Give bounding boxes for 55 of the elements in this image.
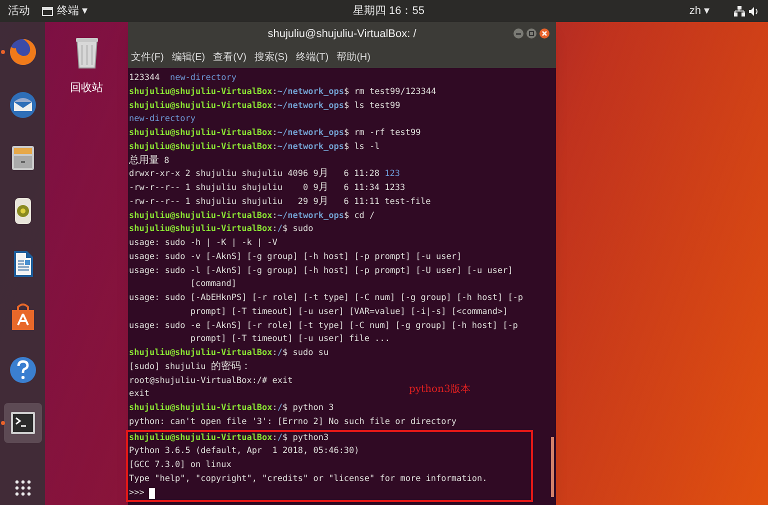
menu-item[interactable]: 帮助(H) xyxy=(336,50,370,64)
output-line: prompt] [-T timeout] [-u user] file ... xyxy=(189,333,391,346)
output-line: usage: sudo -l [-AknS] [-g group] [-h host] [-p prompt] [-U user] [-u user] xyxy=(129,264,514,278)
prompt-line: shujuliu@shujuliu-VirtualBox:/$ sudo xyxy=(129,223,314,236)
dock-item[interactable] xyxy=(4,403,42,443)
terminal-icon xyxy=(42,6,53,16)
network-icon[interactable] xyxy=(734,6,745,16)
menu-item[interactable]: 文件(F) xyxy=(131,50,164,64)
output-line: usage: sudo -v [-AknS] [-g group] [-h host] [-p prompt] [-u user] xyxy=(129,250,463,264)
output-line: new-directory xyxy=(129,113,197,126)
output-line: 总用量 8 xyxy=(129,154,170,168)
output-line: -rw-r--r-- 1 shujuliu shujuliu 0 9月 6 11:34 1233 xyxy=(129,182,406,195)
close-button[interactable] xyxy=(539,28,550,39)
output-line: usage: sudo [-AbEHknPS] [-r role] [-t type] [-C num] [-g group] [-h host] [-p xyxy=(129,292,524,305)
output-line: drwxr-xr-x 2 shujuliu shujuliu 4096 9月 6 11:28 123 xyxy=(129,168,402,182)
output-line: python: can't open file '3': [Errno 2] No such file or directory xyxy=(129,416,458,429)
menu-item[interactable]: 查看(V) xyxy=(213,50,246,64)
output-line: usage: sudo -e [-AknS] [-r role] [-t type] [-C num] [-g group] [-h host] [-p xyxy=(129,320,519,332)
output-line: [GCC 7.3.0] on linux xyxy=(129,459,232,472)
prompt-line: shujuliu@shujuliu-VirtualBox:/$ sudo su xyxy=(129,347,330,360)
clock[interactable]: 星期四 16：55 xyxy=(352,2,424,20)
prompt-line: shujuliu@shujuliu-VirtualBox:~/network_ops$ rm -rf test99 xyxy=(129,127,422,140)
trash-icon[interactable] xyxy=(74,36,98,70)
prompt-line: shujuliu@shujuliu-VirtualBox:~/network_ops$ cd / xyxy=(129,210,376,222)
scrollbar-thumb[interactable] xyxy=(551,437,554,497)
prompt-line: shujuliu@shujuliu-VirtualBox:/$ python3 xyxy=(129,432,330,444)
cursor xyxy=(149,488,156,499)
prompt-line: shujuliu@shujuliu-VirtualBox:~/network_ops$ rm test99/123344 xyxy=(129,86,438,99)
app-menu[interactable]: 终端 ▾ xyxy=(57,2,88,20)
minimize-button[interactable] xyxy=(513,28,524,39)
menu-item[interactable]: 编辑(E) xyxy=(172,50,206,64)
window-title: shujuliu@shujuliu-VirtualBox: / xyxy=(268,26,416,42)
output-line: [command] xyxy=(189,278,238,292)
mail-icon xyxy=(8,90,38,120)
menu-item[interactable]: 搜索(S) xyxy=(254,50,288,64)
output-line: 123344 new-directory xyxy=(129,72,238,85)
output-line: -rw-r--r-- 1 shujuliu shujuliu 29 9月 6 11:11 test-file xyxy=(129,196,432,209)
output-line: [sudo] shujuliu 的密码： xyxy=(129,360,252,374)
input-prompt: >>> xyxy=(129,486,531,500)
output-line: prompt] [-T timeout] [-u user] [VAR=value] [-i|-s] [<command>] xyxy=(189,306,509,319)
activities-button[interactable]: 活动 xyxy=(8,2,30,20)
output-line: Type "help", "copyright", "credits" or "license" for more information. xyxy=(129,472,488,486)
prompt-line: shujuliu@shujuliu-VirtualBox:~/network_ops$ ls -l xyxy=(129,140,381,154)
output-line: usage: sudo -h | -K | -k | -V xyxy=(129,237,278,250)
prompt-line: shujuliu@shujuliu-VirtualBox:/$ python 3 xyxy=(129,402,335,415)
firefox-icon xyxy=(8,37,38,67)
output-line: Python 3.6.5 (default, Apr 1 2018, 05:46:30) xyxy=(129,445,360,458)
annotation-label: python3版本 xyxy=(409,383,470,397)
trash-label: 回收站 xyxy=(70,81,103,96)
help-icon xyxy=(8,355,38,385)
menu-item[interactable]: 终端(T) xyxy=(296,50,329,64)
prompt-line: shujuliu@shujuliu-VirtualBox:~/network_ops$ ls test99 xyxy=(129,100,402,112)
app-grid-icon[interactable] xyxy=(14,479,32,497)
volume-icon[interactable] xyxy=(749,6,760,16)
input-method-menu[interactable]: zh ▾ xyxy=(689,2,710,20)
